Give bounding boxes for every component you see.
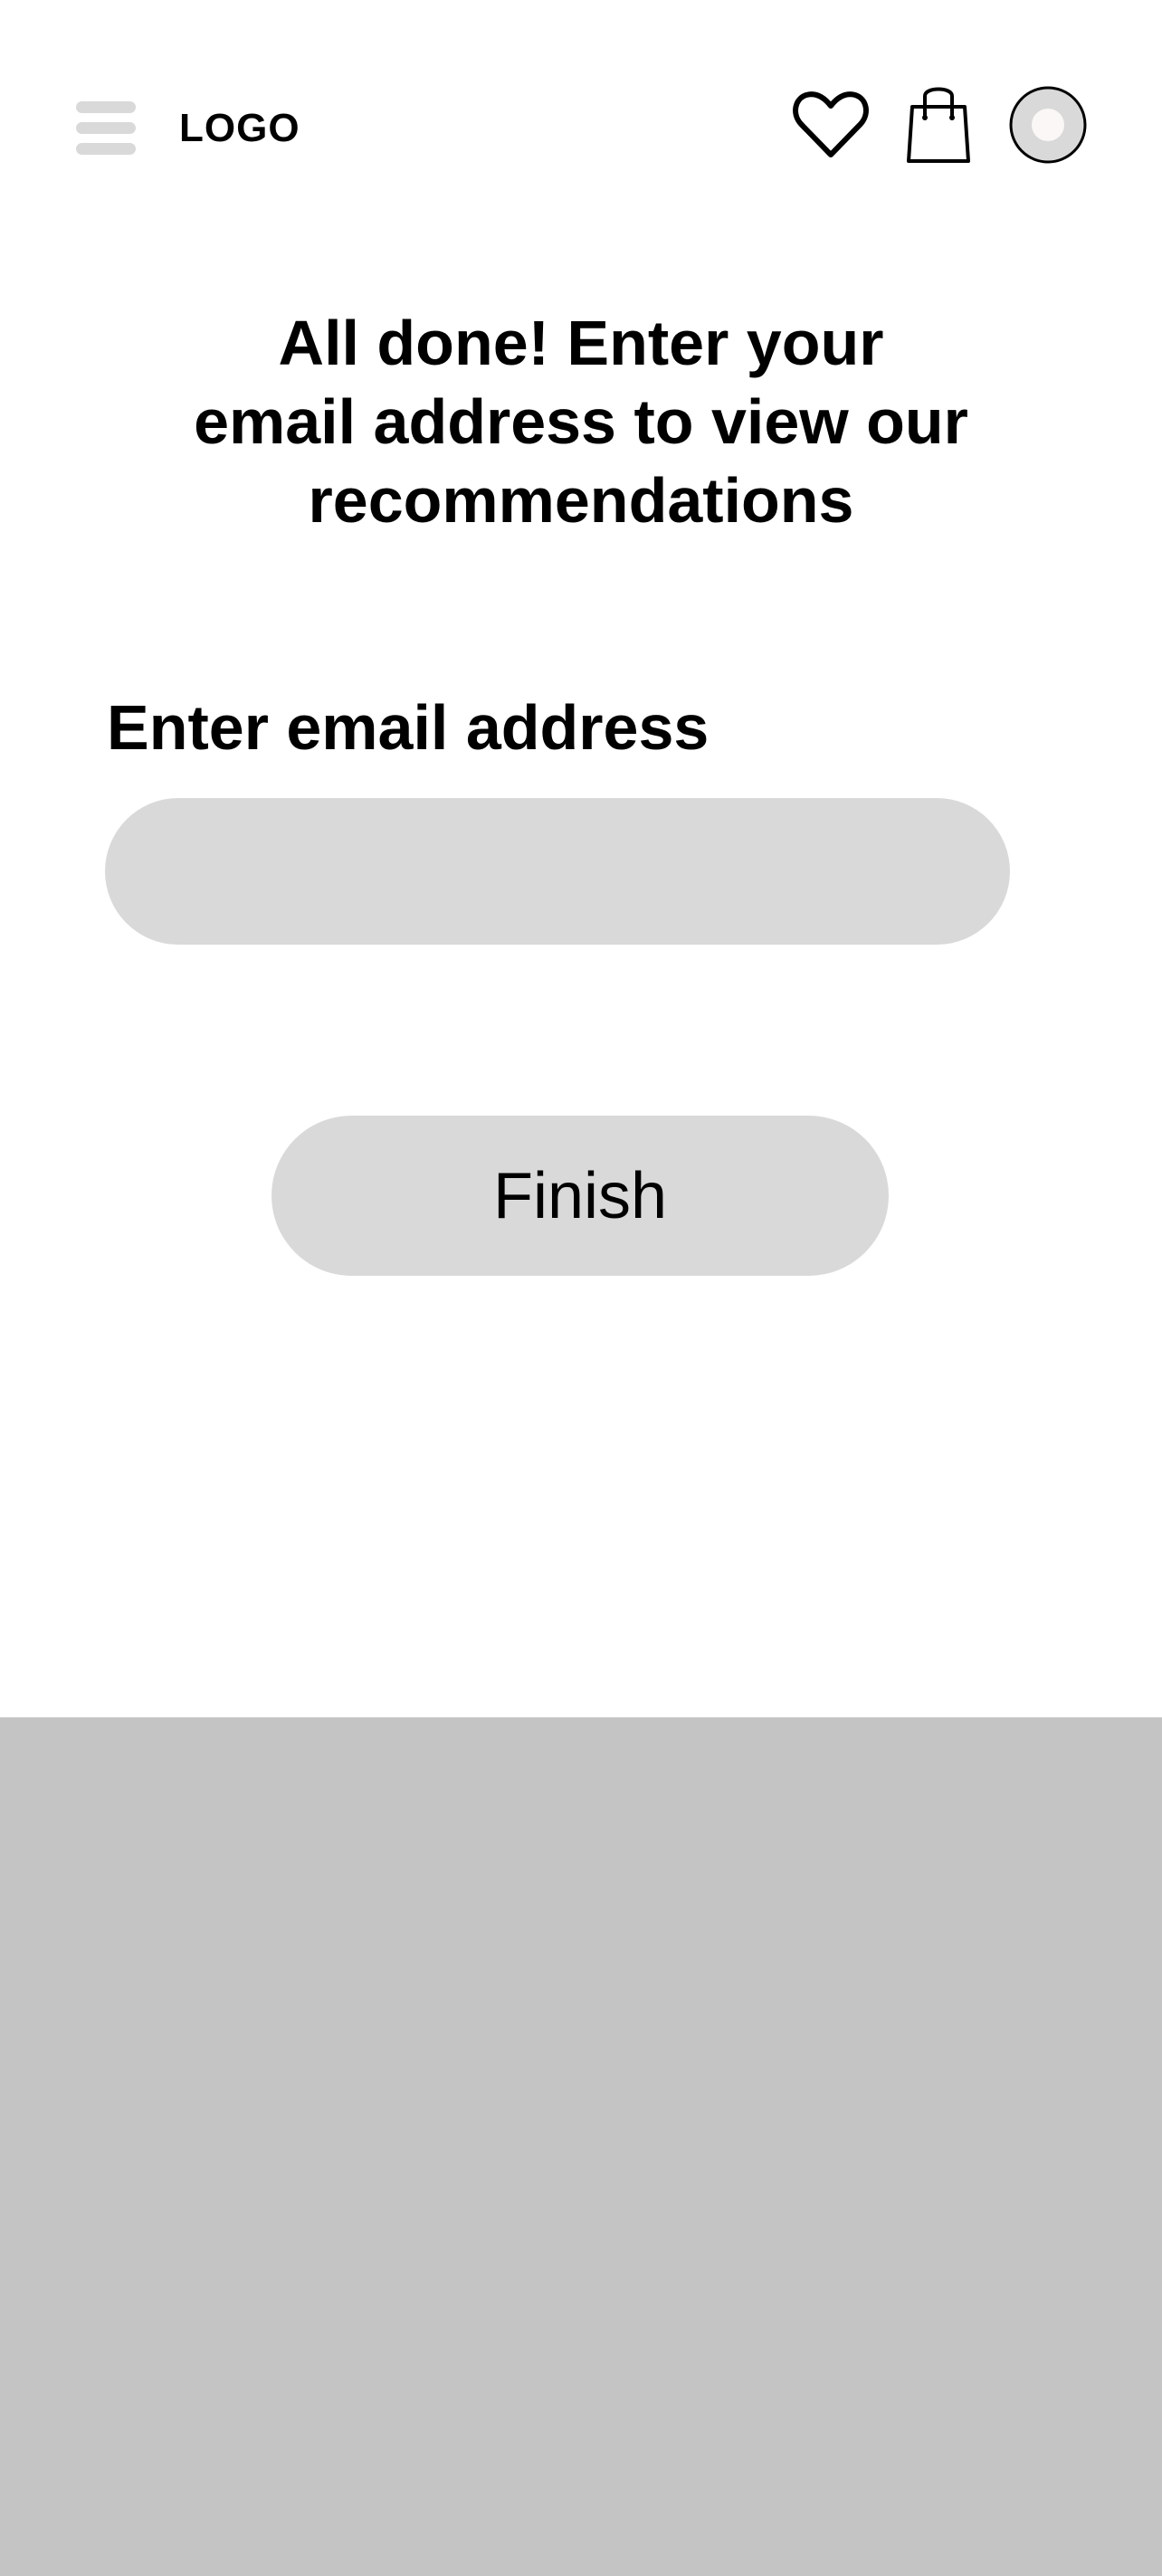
avatar[interactable] bbox=[1008, 85, 1088, 165]
shopping-bag-icon[interactable] bbox=[905, 81, 972, 165]
page: LOGO All done! Enter your email address … bbox=[0, 0, 1162, 2576]
email-field[interactable] bbox=[105, 798, 1010, 945]
menu-bar bbox=[76, 101, 136, 113]
title-line: All done! Enter your bbox=[278, 308, 884, 378]
finish-button[interactable]: Finish bbox=[271, 1116, 889, 1276]
heart-icon[interactable] bbox=[793, 90, 869, 159]
menu-bar bbox=[76, 122, 136, 134]
menu-icon[interactable] bbox=[76, 101, 136, 156]
bottom-panel bbox=[0, 1717, 1162, 2576]
title-line: recommendations bbox=[308, 465, 854, 536]
email-label: Enter email address bbox=[107, 692, 710, 763]
page-title: All done! Enter your email address to vi… bbox=[109, 304, 1053, 540]
logo[interactable]: LOGO bbox=[179, 105, 300, 152]
menu-bar bbox=[76, 143, 136, 155]
title-line: email address to view our bbox=[194, 386, 968, 457]
